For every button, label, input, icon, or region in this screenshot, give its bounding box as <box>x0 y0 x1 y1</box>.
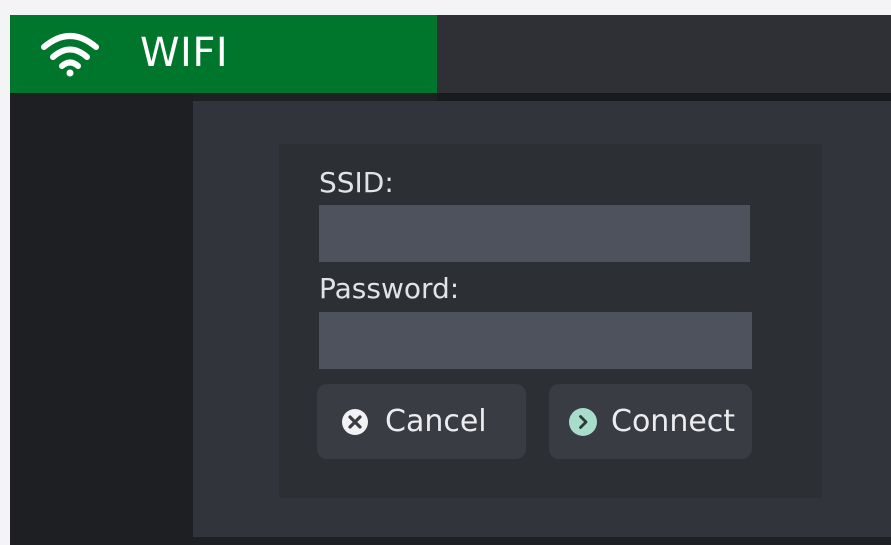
password-label: Password: <box>319 272 460 305</box>
title-tab: WIFI <box>10 15 437 93</box>
header-bar: WIFI <box>10 15 891 93</box>
chevron-right-circle-icon <box>569 407 597 436</box>
wifi-form-card: SSID: Password: Cancel Connect <box>279 144 822 498</box>
connect-button[interactable]: Connect <box>549 384 752 459</box>
page-title: WIFI <box>140 30 229 76</box>
cancel-button[interactable]: Cancel <box>317 384 526 459</box>
password-input[interactable] <box>319 312 752 369</box>
cancel-button-label: Cancel <box>385 403 487 439</box>
header-shadow <box>437 93 891 101</box>
wifi-screen: WIFI SSID: Password: Cancel Connect <box>10 15 891 545</box>
connect-button-label: Connect <box>611 403 736 439</box>
ssid-label: SSID: <box>319 166 394 199</box>
main-panel: SSID: Password: Cancel Connect <box>193 101 891 537</box>
left-panel <box>10 93 193 545</box>
close-circle-icon <box>342 408 368 435</box>
ssid-input[interactable] <box>319 205 750 262</box>
wifi-icon <box>41 33 99 77</box>
